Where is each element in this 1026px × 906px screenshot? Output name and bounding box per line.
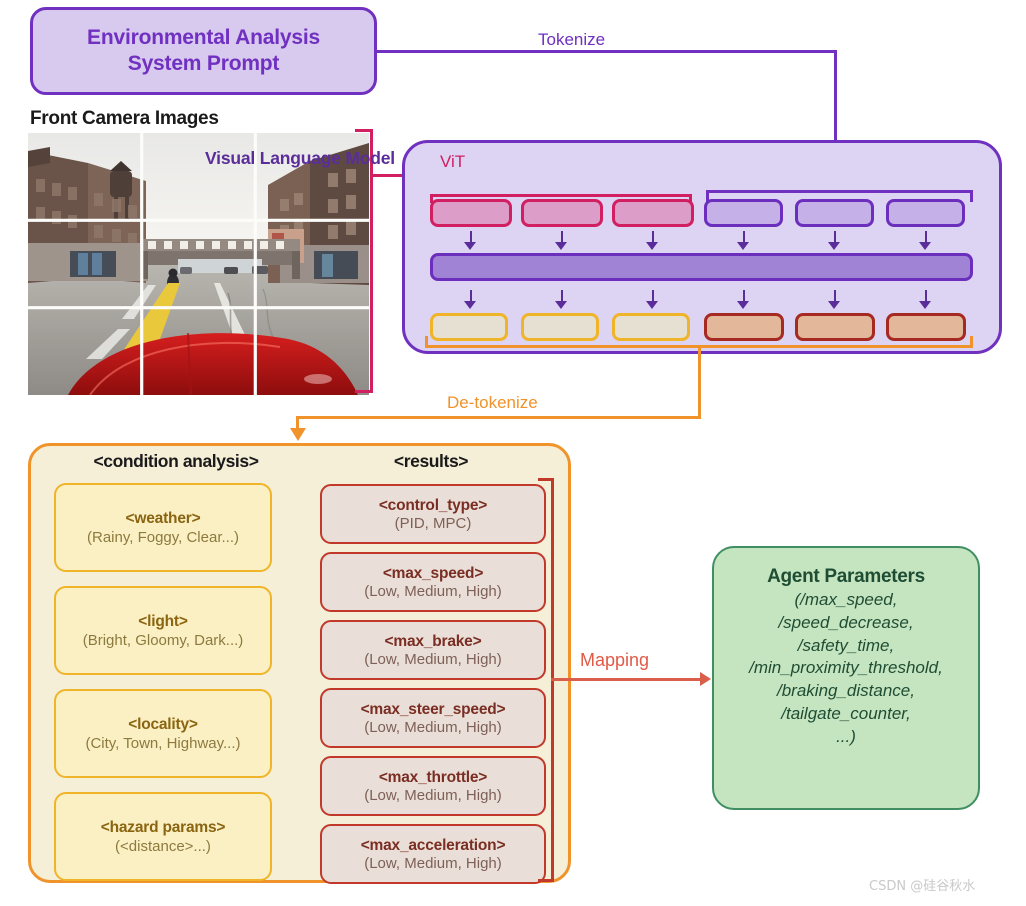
detokenize-bracket-left — [425, 336, 428, 348]
mapping-label: Mapping — [580, 650, 650, 670]
agent-parameters-box: Agent Parameters (/max_speed, /speed_dec… — [712, 546, 980, 810]
text-token-1 — [704, 199, 783, 227]
output-token-6 — [886, 313, 966, 341]
condition-card-locality[interactable]: <locality> (City, Town, Highway...) — [54, 689, 272, 778]
condition-card-weather-values: (Rainy, Foggy, Clear...) — [87, 528, 239, 546]
result-card-control-type-tag: <control_type> — [378, 496, 488, 514]
text-token-3 — [886, 199, 965, 227]
text-token-bracket-top — [706, 190, 973, 193]
result-card-max-throttle-tag: <max_throttle> — [378, 768, 488, 786]
front-camera-image-grid — [28, 133, 369, 395]
output-token-1 — [430, 313, 508, 341]
condition-card-light-values: (Bright, Gloomy, Dark...) — [82, 631, 244, 649]
output-token-3 — [612, 313, 690, 341]
result-card-max-speed[interactable]: <max_speed> (Low, Medium, High) — [320, 552, 546, 612]
output-token-2 — [521, 313, 599, 341]
result-card-max-speed-tag: <max_speed> — [382, 564, 484, 582]
output-token-4 — [704, 313, 784, 341]
detokenize-edge-left — [296, 416, 701, 419]
result-card-max-steer-speed[interactable]: <max_steer_speed> (Low, Medium, High) — [320, 688, 546, 748]
condition-card-hazard-tag: <hazard params> — [100, 818, 226, 836]
driving-scene-illustration — [28, 133, 369, 395]
result-card-max-speed-values: (Low, Medium, High) — [364, 582, 502, 600]
mapping-edge-line — [551, 678, 703, 681]
image-token-bracket-top — [430, 194, 692, 197]
system-prompt-line2: System Prompt — [127, 52, 280, 75]
output-token-5 — [795, 313, 875, 341]
detokenize-edge-down — [698, 345, 701, 418]
condition-card-weather-tag: <weather> — [125, 509, 201, 527]
detokenize-arrowhead-icon — [290, 428, 306, 441]
result-card-max-throttle-values: (Low, Medium, High) — [364, 786, 502, 804]
result-card-control-type[interactable]: <control_type> (PID, MPC) — [320, 484, 546, 544]
results-bracket-bottom — [538, 879, 554, 882]
system-prompt-line1: Environmental Analysis — [87, 26, 320, 50]
result-card-max-brake[interactable]: <max_brake> (Low, Medium, High) — [320, 620, 546, 680]
vit-bracket-bottom — [355, 390, 373, 393]
watermark: CSDN @硅谷秋水 — [869, 879, 976, 894]
result-card-max-steer-speed-tag: <max_steer_speed> — [360, 700, 506, 718]
text-token-bracket-right — [970, 190, 973, 202]
condition-card-hazard-params[interactable]: <hazard params> (<distance>...) — [54, 792, 272, 881]
condition-card-weather[interactable]: <weather> (Rainy, Foggy, Clear...) — [54, 483, 272, 572]
vit-bracket-top — [355, 129, 373, 132]
system-prompt-box: Environmental Analysis System Prompt — [30, 7, 377, 95]
condition-card-locality-values: (City, Town, Highway...) — [85, 734, 241, 752]
result-card-control-type-values: (PID, MPC) — [394, 514, 472, 532]
result-card-max-acceleration-tag: <max_acceleration> — [360, 836, 506, 854]
detokenize-label: De-tokenize — [447, 393, 538, 412]
vlm-title: Visual Language Model — [205, 148, 395, 168]
result-card-max-steer-speed-values: (Low, Medium, High) — [364, 718, 502, 736]
image-token-1 — [430, 199, 512, 227]
result-card-max-acceleration-values: (Low, Medium, High) — [364, 854, 502, 872]
vit-label: ViT — [440, 152, 466, 171]
condition-card-hazard-values: (<distance>...) — [115, 837, 211, 855]
results-bracket-top — [538, 478, 554, 481]
tokenize-label: Tokenize — [538, 30, 606, 49]
detokenize-bracket-right — [970, 336, 973, 348]
mapping-arrowhead-icon — [700, 672, 711, 686]
result-card-max-brake-tag: <max_brake> — [384, 632, 482, 650]
transformer-bar — [430, 253, 973, 281]
result-card-max-acceleration[interactable]: <max_acceleration> (Low, Medium, High) — [320, 824, 546, 884]
condition-card-light[interactable]: <light> (Bright, Gloomy, Dark...) — [54, 586, 272, 675]
image-token-3 — [612, 199, 694, 227]
front-camera-title: Front Camera Images — [30, 108, 219, 129]
results-header: <results> — [393, 451, 469, 471]
condition-card-light-tag: <light> — [138, 612, 188, 630]
result-card-max-brake-values: (Low, Medium, High) — [364, 650, 502, 668]
agent-parameters-title: Agent Parameters — [767, 566, 925, 587]
condition-card-locality-tag: <locality> — [128, 715, 198, 733]
image-token-2 — [521, 199, 603, 227]
text-token-2 — [795, 199, 874, 227]
agent-parameters-list: (/max_speed, /speed_decrease, /safety_ti… — [749, 590, 943, 746]
tokenize-edge-horizontal — [377, 50, 837, 53]
result-card-max-throttle[interactable]: <max_throttle> (Low, Medium, High) — [320, 756, 546, 816]
condition-analysis-header: <condition analysis> — [93, 451, 259, 471]
